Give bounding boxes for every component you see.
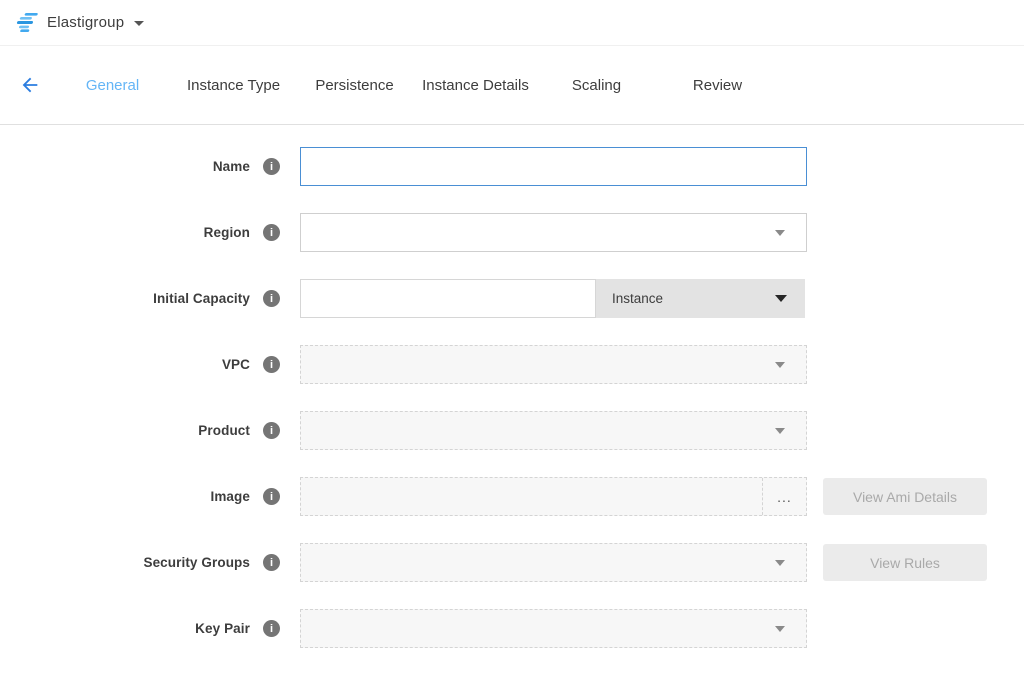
elastigroup-logo-icon	[16, 13, 38, 33]
region-select[interactable]	[300, 213, 807, 252]
tab-instance-type[interactable]: Instance Type	[173, 77, 294, 94]
tab-review[interactable]: Review	[657, 77, 778, 94]
initial-capacity-label: Initial Capacity	[0, 291, 250, 306]
vpc-info-icon[interactable]: i	[263, 356, 280, 373]
region-label: Region	[0, 225, 250, 240]
security-groups-row: Security Groups i View Rules	[0, 543, 1024, 582]
key-pair-info-icon[interactable]: i	[263, 620, 280, 637]
product-row: Product i	[0, 411, 1024, 450]
view-ami-details-button[interactable]: View Ami Details	[823, 478, 987, 515]
chevron-down-icon	[775, 428, 785, 434]
initial-capacity-info-icon[interactable]: i	[263, 290, 280, 307]
view-rules-button[interactable]: View Rules	[823, 544, 987, 581]
chevron-down-icon	[775, 362, 785, 368]
image-info-icon[interactable]: i	[263, 488, 280, 505]
image-label: Image	[0, 489, 250, 504]
key-pair-row: Key Pair i	[0, 609, 1024, 648]
security-groups-label: Security Groups	[0, 555, 250, 570]
top-bar: Elastigroup	[0, 0, 1024, 46]
product-label: Product	[0, 423, 250, 438]
product-info-icon[interactable]: i	[263, 422, 280, 439]
initial-capacity-input[interactable]	[300, 279, 596, 318]
image-input: ...	[300, 477, 807, 516]
region-row: Region i	[0, 213, 1024, 252]
vpc-label: VPC	[0, 357, 250, 372]
wizard-tab-bar: General Instance Type Persistence Instan…	[0, 46, 1024, 125]
vpc-row: VPC i	[0, 345, 1024, 384]
tab-persistence[interactable]: Persistence	[294, 77, 415, 94]
vpc-select	[300, 345, 807, 384]
key-pair-select	[300, 609, 807, 648]
image-browse-button[interactable]: ...	[762, 478, 806, 515]
tab-instance-details[interactable]: Instance Details	[415, 77, 536, 94]
chevron-down-icon	[775, 295, 787, 302]
chevron-down-icon	[775, 560, 785, 566]
name-row: Name i	[0, 147, 1024, 186]
key-pair-label: Key Pair	[0, 621, 250, 636]
security-groups-select	[300, 543, 807, 582]
chevron-down-icon	[775, 230, 785, 236]
name-input[interactable]	[300, 147, 807, 186]
image-row: Image i ... View Ami Details	[0, 477, 1024, 516]
capacity-unit-value: Instance	[612, 291, 663, 306]
tab-general[interactable]: General	[52, 77, 173, 94]
capacity-unit-select[interactable]: Instance	[596, 279, 805, 318]
name-info-icon[interactable]: i	[263, 158, 280, 175]
product-select	[300, 411, 807, 450]
back-arrow-icon[interactable]	[18, 73, 42, 97]
app-switcher-caret-icon[interactable]	[134, 21, 144, 26]
chevron-down-icon	[775, 626, 785, 632]
security-groups-info-icon[interactable]: i	[263, 554, 280, 571]
initial-capacity-row: Initial Capacity i Instance	[0, 279, 1024, 318]
name-label: Name	[0, 159, 250, 174]
tab-scaling[interactable]: Scaling	[536, 77, 657, 94]
region-info-icon[interactable]: i	[263, 224, 280, 241]
general-settings-form: Name i Region i Initial Capacity i Insta…	[0, 125, 1024, 648]
app-name: Elastigroup	[47, 14, 124, 31]
wizard-tabs: General Instance Type Persistence Instan…	[52, 77, 778, 94]
